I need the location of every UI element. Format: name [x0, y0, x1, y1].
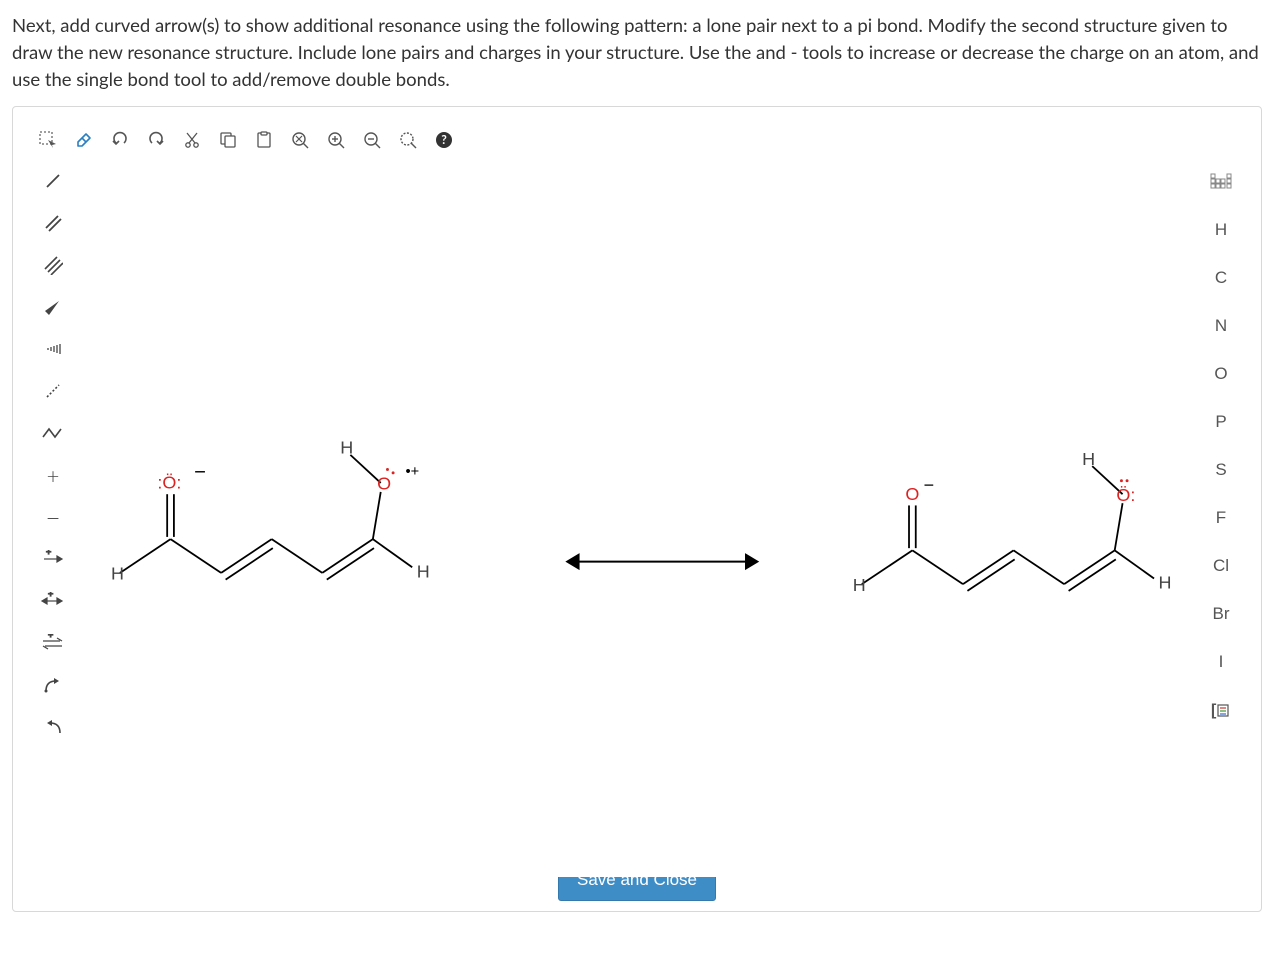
curved-arrow-right-tool[interactable] [35, 709, 71, 745]
element-C[interactable]: C [1203, 257, 1239, 299]
o1-label-r: O [905, 484, 919, 504]
top-toolbar: ? [31, 125, 1243, 155]
svg-text:?: ? [441, 132, 447, 147]
molecule-right: O − Ö: H H H [853, 449, 1172, 595]
eraser-tool[interactable] [69, 125, 99, 155]
element-S[interactable]: S [1203, 449, 1239, 491]
periodic-table-button[interactable] [1203, 161, 1239, 203]
h-left-r: H [853, 575, 866, 595]
h-right: H [417, 562, 430, 582]
undo-button[interactable] [105, 125, 135, 155]
o2-label-r: Ö: [1116, 485, 1135, 505]
h-top: H [340, 438, 353, 458]
element-Br[interactable]: Br [1203, 593, 1239, 635]
single-arrow-tool[interactable]: + [35, 541, 71, 577]
svg-text:+: + [46, 550, 51, 557]
double-arrow-tool[interactable]: + [35, 583, 71, 619]
decrease-charge-tool[interactable]: − [35, 499, 71, 535]
double-bond-tool[interactable] [35, 205, 71, 241]
hash-bond-tool[interactable] [35, 331, 71, 367]
h-top-r: H [1082, 449, 1095, 469]
single-bond-tool[interactable] [35, 163, 71, 199]
redo-button[interactable] [141, 125, 171, 155]
dashed-bond-tool[interactable] [35, 373, 71, 409]
increase-charge-tool[interactable]: + [35, 457, 71, 493]
h-left: H [111, 564, 124, 584]
element-Cl[interactable]: Cl [1203, 545, 1239, 587]
svg-text:+: + [48, 634, 53, 640]
svg-text:+: + [48, 592, 53, 599]
element-list-button[interactable]: [ [1203, 689, 1239, 731]
o2-charge: •+ [405, 465, 419, 481]
wedge-bond-tool[interactable] [35, 289, 71, 325]
editor-panel: ? + − + + + [12, 106, 1262, 912]
element-H[interactable]: H [1203, 209, 1239, 251]
element-O[interactable]: O [1203, 353, 1239, 395]
zoom-selection-button[interactable] [393, 125, 423, 155]
drawing-canvas[interactable]: :Ö: − O •+ H H H [75, 157, 1199, 876]
equilibrium-arrow-tool[interactable]: + [35, 625, 71, 661]
instructions: Next, add curved arrow(s) to show additi… [12, 12, 1262, 92]
right-toolbar: H C N O P S F Cl Br I [ [1199, 157, 1243, 876]
chain-tool[interactable] [35, 415, 71, 451]
copy-button[interactable] [213, 125, 243, 155]
curved-arrow-left-tool[interactable] [35, 667, 71, 703]
h-right-r: H [1159, 573, 1172, 593]
resonance-arrow [567, 555, 757, 568]
element-P[interactable]: P [1203, 401, 1239, 443]
zoom-fit-button[interactable] [285, 125, 315, 155]
marquee-tool[interactable] [33, 125, 63, 155]
element-F[interactable]: F [1203, 497, 1239, 539]
o1-charge-r: − [924, 475, 935, 495]
zoom-out-button[interactable] [357, 125, 387, 155]
triple-bond-tool[interactable] [35, 247, 71, 283]
element-I[interactable]: I [1203, 641, 1239, 683]
left-toolbar: + − + + + [31, 157, 75, 876]
element-N[interactable]: N [1203, 305, 1239, 347]
o2-label: O [377, 474, 391, 494]
molecule-left: :Ö: − O •+ H H H [111, 438, 430, 584]
help-button[interactable]: ? [429, 125, 459, 155]
cut-button[interactable] [177, 125, 207, 155]
zoom-in-button[interactable] [321, 125, 351, 155]
o1-charge: − [194, 462, 206, 484]
o1-label: :Ö: [157, 473, 181, 493]
paste-button[interactable] [249, 125, 279, 155]
svg-text:[: [ [1211, 702, 1217, 719]
